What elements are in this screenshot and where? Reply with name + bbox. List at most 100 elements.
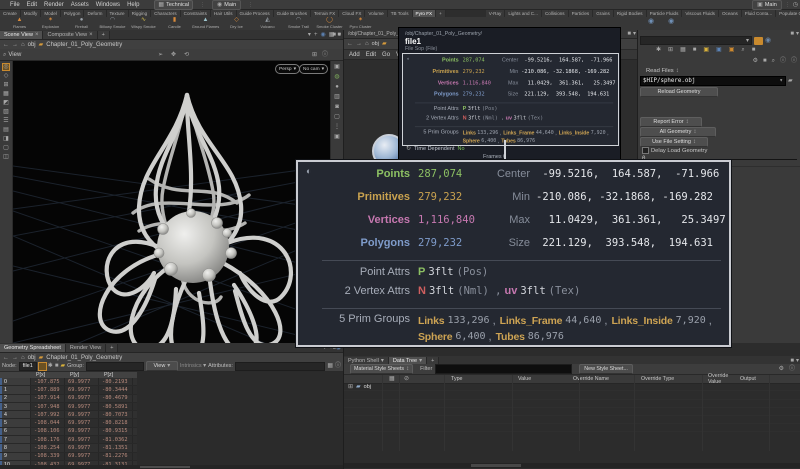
search-icon[interactable]: ⌕ bbox=[741, 47, 744, 53]
lock-icon[interactable]: ■ bbox=[763, 58, 767, 64]
gallery-icon[interactable]: ▣ bbox=[729, 47, 735, 53]
shelf-tab[interactable]: Rigging bbox=[129, 10, 152, 17]
shelf-tab[interactable]: Rigid Bodies bbox=[614, 10, 647, 17]
folder-icon[interactable]: ▰ bbox=[60, 363, 65, 369]
fluid-tool-icon[interactable]: ◉ bbox=[648, 18, 654, 25]
display-option-icon[interactable]: ▢ bbox=[334, 114, 340, 120]
shelf-tab[interactable]: Texture bbox=[107, 10, 129, 17]
pane-menu-icon[interactable]: ▾ bbox=[796, 31, 799, 37]
breadcrumb-node[interactable]: Chapter_01_Poly_Geometry bbox=[46, 355, 122, 361]
shelf-tab[interactable]: Characters bbox=[151, 10, 180, 17]
expand-icon[interactable]: ⊞ bbox=[348, 384, 353, 390]
tab-geometry-spreadsheet[interactable]: Geometry Spreadsheet bbox=[0, 344, 66, 352]
shelf-tab[interactable]: Particle Fluids bbox=[647, 10, 683, 17]
shelf-tab[interactable]: Modify bbox=[21, 10, 42, 17]
node-name-field[interactable]: file1 bbox=[19, 362, 37, 371]
shelf-tab[interactable]: Hair Utils bbox=[211, 10, 237, 17]
viewport-3d[interactable]: Persp▾ No cam▾ bbox=[13, 61, 330, 343]
info-icon[interactable]: ⓘ bbox=[322, 52, 328, 58]
menu-assets[interactable]: Assets bbox=[71, 2, 89, 8]
table-row[interactable]: 9 -108.339 69.9977 -81.2276 bbox=[0, 453, 137, 461]
bookmark-icon[interactable]: ▣ bbox=[703, 47, 709, 53]
add-shelf-tab-button[interactable]: + bbox=[436, 10, 446, 17]
viewport-tool-icon[interactable]: ▧ bbox=[3, 109, 9, 115]
shelf-tool[interactable]: ◠ Smoke Trail bbox=[283, 17, 314, 30]
copy-icon[interactable]: ⊞ bbox=[668, 47, 673, 53]
info-icon[interactable]: ⓘ bbox=[780, 58, 786, 64]
breadcrumb-root[interactable]: obj bbox=[28, 42, 36, 48]
maximize-icon[interactable]: ■ bbox=[790, 31, 794, 37]
shelf-tab[interactable]: Model bbox=[41, 10, 61, 17]
viewport-tool-icon[interactable]: ◫ bbox=[3, 154, 9, 160]
layout-icon[interactable]: ■ bbox=[337, 32, 341, 38]
rotate-tool-icon[interactable]: ⟲ bbox=[184, 52, 189, 58]
table-row[interactable]: 4 -107.992 69.9977 -80.7073 bbox=[0, 411, 137, 419]
menu-go[interactable]: Go bbox=[382, 52, 390, 58]
frame-icon[interactable]: ■ bbox=[752, 47, 756, 53]
fluid-tool-icon[interactable]: ◉ bbox=[668, 18, 674, 25]
info-icon[interactable]: ⓘ bbox=[335, 363, 341, 369]
viewport-tool-icon[interactable]: ◩ bbox=[3, 100, 9, 106]
shelf-tab[interactable]: Create bbox=[0, 10, 21, 17]
display-option-icon[interactable]: ⋮ bbox=[334, 124, 340, 130]
shelf-tool[interactable]: ◭ Volcano bbox=[252, 17, 283, 30]
shelf-tab[interactable]: Deform bbox=[84, 10, 106, 17]
preset-icon[interactable]: ▣ bbox=[716, 47, 722, 53]
main-nav-select[interactable]: ◉Main bbox=[212, 0, 241, 10]
forward-icon[interactable]: → bbox=[12, 42, 18, 48]
grid-icon[interactable]: ▦ bbox=[327, 363, 333, 369]
layout-icon[interactable]: ▦ bbox=[329, 32, 335, 38]
display-option-icon[interactable]: ▥ bbox=[334, 94, 340, 100]
shelf-tool[interactable]: ◇ Dry Ice bbox=[221, 17, 252, 30]
display-option-icon[interactable]: ◍ bbox=[334, 74, 339, 80]
handle-dots[interactable]: ⋮ bbox=[785, 2, 790, 8]
shelf-tool[interactable]: ∿ Wispy Smoke bbox=[128, 17, 159, 30]
shelf-tab[interactable]: Volume bbox=[365, 10, 387, 17]
new-tab-button[interactable]: + bbox=[98, 31, 110, 39]
column-header[interactable]: Override Type bbox=[634, 376, 701, 382]
shelf-tab[interactable]: Guide Process bbox=[237, 10, 274, 17]
tab-scene-view[interactable]: Scene View× bbox=[0, 31, 43, 39]
follow-icon[interactable]: ✱ bbox=[48, 363, 53, 369]
shelf-tab[interactable]: Populate Co... bbox=[776, 10, 800, 17]
shelf-tool[interactable]: ● Fireball bbox=[66, 17, 97, 30]
shelf-tab[interactable]: Grains bbox=[593, 10, 614, 17]
table-row[interactable]: 2 -107.914 69.9977 -80.4679 bbox=[0, 395, 137, 403]
group-input[interactable] bbox=[86, 362, 144, 371]
table-row[interactable]: 6 -108.106 69.9977 -80.9315 bbox=[0, 428, 137, 436]
column-header[interactable]: Type bbox=[444, 376, 511, 382]
table-row[interactable]: 7 -108.176 69.9977 -81.0362 bbox=[0, 436, 137, 444]
horizontal-scrollbar[interactable] bbox=[0, 465, 343, 469]
table-row[interactable]: 0 -107.875 69.9977 -80.2193 bbox=[0, 378, 137, 386]
scrollbar-thumb[interactable] bbox=[140, 466, 190, 468]
shelf-tab[interactable]: TB Tools bbox=[388, 10, 413, 17]
geometry-file-field[interactable]: $HIP/sphere.obj▾ bbox=[640, 76, 786, 86]
viewport-tool-icon[interactable]: ⊞ bbox=[3, 82, 8, 88]
pin-button[interactable] bbox=[39, 363, 46, 370]
tab-render-view[interactable]: Render View bbox=[66, 344, 106, 352]
table-row[interactable]: 1 -107.889 69.9977 -80.3444 bbox=[0, 386, 137, 394]
viewport-tool-icon[interactable]: ▢ bbox=[3, 145, 9, 151]
table-row[interactable]: 5 -108.044 69.9977 -80.8218 bbox=[0, 419, 137, 427]
shelf-tab[interactable]: Particles bbox=[569, 10, 594, 17]
info-icon[interactable]: ⓘ bbox=[791, 58, 797, 64]
menu-add[interactable]: Add bbox=[349, 52, 360, 58]
shelf-tool[interactable]: ✶ Explosion bbox=[35, 17, 66, 30]
shelf-tool[interactable]: ◯ Smoke Cluster bbox=[314, 17, 345, 30]
display-option-icon[interactable]: ● bbox=[335, 84, 339, 90]
display-option-icon[interactable]: ▣ bbox=[334, 134, 340, 140]
menu-file[interactable]: File bbox=[10, 2, 20, 8]
shelf-tool[interactable]: ◠ Billowy Smoke bbox=[97, 17, 128, 30]
file-mode-dropdown[interactable]: Read Files bbox=[646, 68, 674, 74]
back-icon[interactable]: ← bbox=[347, 41, 353, 47]
handle-dots[interactable]: ⋮ bbox=[248, 2, 253, 8]
filter-input[interactable] bbox=[435, 364, 572, 374]
view-menu[interactable]: View bbox=[8, 52, 21, 58]
shelf-tool[interactable]: ▲ Ground Flames bbox=[190, 17, 221, 30]
menu-edit[interactable]: Edit bbox=[27, 2, 37, 8]
attributes-input[interactable] bbox=[235, 362, 325, 371]
clock-icon[interactable]: ◷ bbox=[793, 2, 798, 8]
file-chooser-icon[interactable]: ▰ bbox=[788, 78, 793, 84]
shelf-tab[interactable]: Terrain FX bbox=[311, 10, 339, 17]
close-icon[interactable]: × bbox=[89, 32, 93, 38]
